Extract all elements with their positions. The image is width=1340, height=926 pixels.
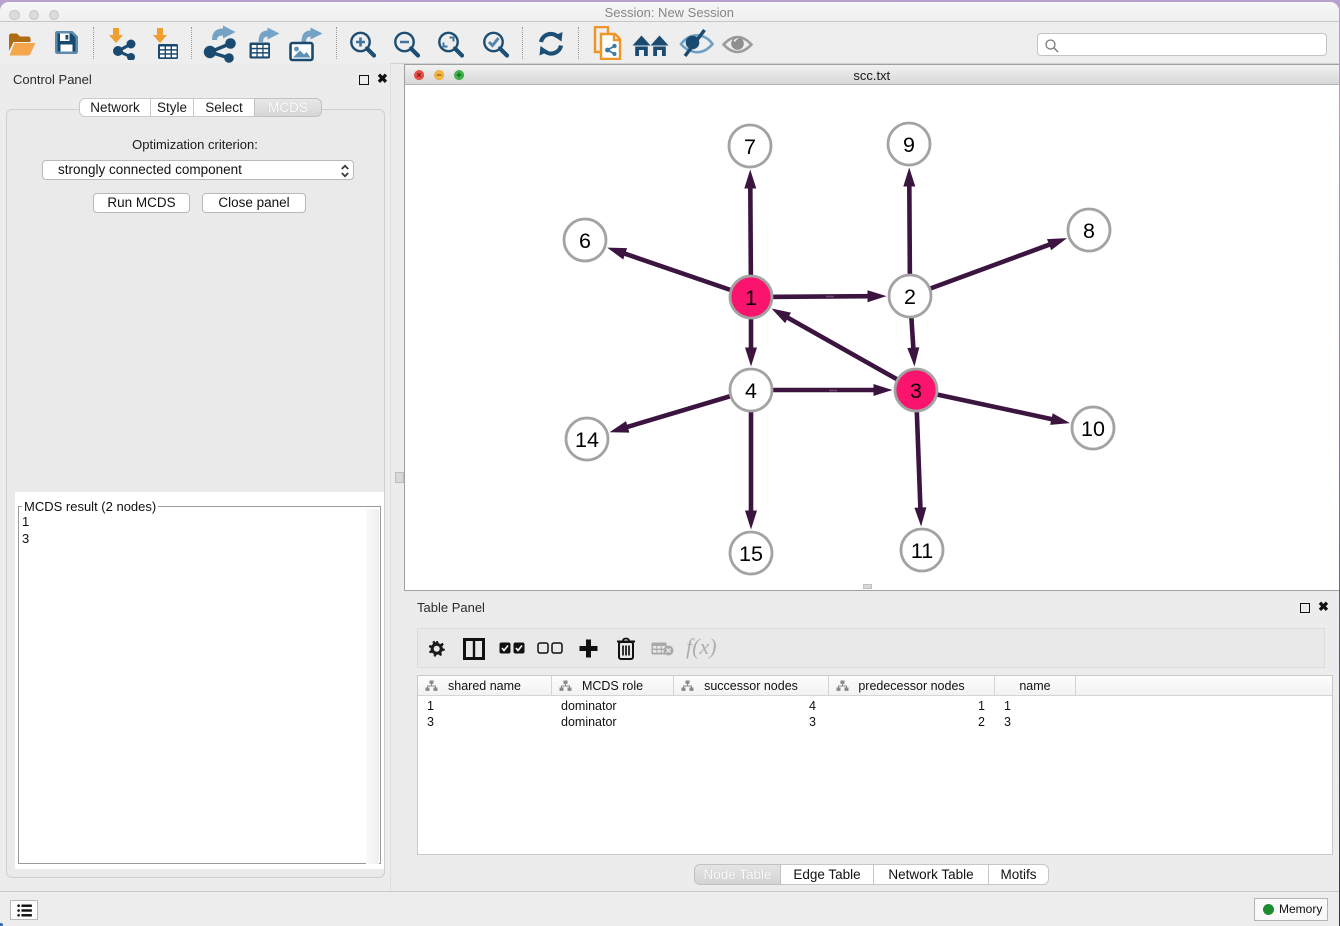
svg-text:8: 8: [1083, 219, 1095, 243]
svg-text:14: 14: [575, 428, 599, 452]
svg-text:4: 4: [745, 379, 757, 403]
svg-text:2: 2: [904, 285, 916, 309]
svg-text:7: 7: [744, 135, 756, 159]
svg-text:6: 6: [579, 229, 591, 253]
svg-text:3: 3: [910, 379, 922, 403]
svg-text:15: 15: [739, 542, 763, 566]
svg-text:11: 11: [911, 539, 933, 563]
svg-text:9: 9: [903, 133, 915, 157]
svg-text:1: 1: [745, 286, 757, 310]
svg-text:10: 10: [1081, 417, 1105, 441]
